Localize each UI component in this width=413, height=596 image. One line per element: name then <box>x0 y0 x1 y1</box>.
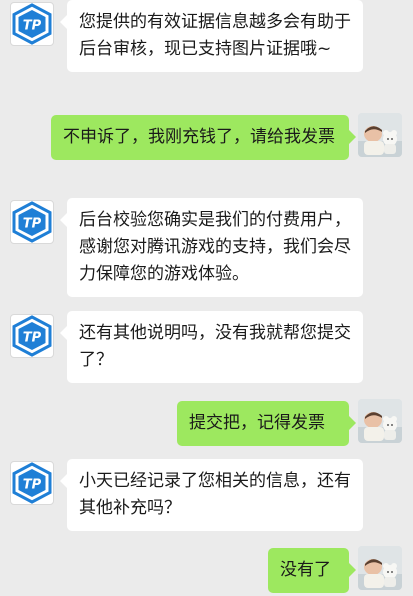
baby-photo-icon <box>358 113 402 157</box>
incoming-message-bubble[interactable]: 还有其他说明吗，没有我就帮您提交了？ <box>60 311 363 383</box>
user-avatar[interactable] <box>358 399 402 443</box>
message-text: 后台校验您确实是我们的付费用户，感谢您对腾讯游戏的支持，我们会尽力保障您的游戏体… <box>79 210 351 284</box>
message-text: 您提供的有效证据信息越多会有助于后台审核，现已支持图片证据哦~ <box>79 12 351 59</box>
tp-logo-icon: TP <box>12 3 52 45</box>
outgoing-message-bubble[interactable]: 没有了 <box>268 548 356 593</box>
message-text: 还有其他说明吗，没有我就帮您提交了？ <box>79 323 351 370</box>
svg-text:TP: TP <box>23 19 42 34</box>
tp-logo-icon: TP <box>12 315 52 357</box>
tp-service-avatar[interactable]: TP <box>10 461 54 505</box>
message-text: 小天已经记录了您相关的信息，还有其他补充吗？ <box>79 471 351 518</box>
tp-service-avatar[interactable]: TP <box>10 2 54 46</box>
svg-text:TP: TP <box>23 478 42 493</box>
user-avatar[interactable] <box>358 113 402 157</box>
tp-logo-icon: TP <box>12 462 52 504</box>
message-text: 提交把，记得发票 <box>189 413 325 433</box>
tp-service-avatar[interactable]: TP <box>10 200 54 244</box>
user-avatar[interactable] <box>358 546 402 590</box>
baby-photo-icon <box>358 546 402 590</box>
tp-logo-icon: TP <box>12 201 52 243</box>
svg-text:TP: TP <box>23 217 42 232</box>
message-text: 没有了 <box>280 560 331 580</box>
tp-service-avatar[interactable]: TP <box>10 314 54 358</box>
incoming-message-bubble[interactable]: 小天已经记录了您相关的信息，还有其他补充吗？ <box>60 459 363 531</box>
svg-text:TP: TP <box>23 331 42 346</box>
outgoing-message-bubble[interactable]: 提交把，记得发票 <box>177 401 356 446</box>
outgoing-message-bubble[interactable]: 不申诉了，我刚充钱了，请给我发票 <box>51 115 356 160</box>
baby-photo-icon <box>358 399 402 443</box>
incoming-message-bubble[interactable]: 您提供的有效证据信息越多会有助于后台审核，现已支持图片证据哦~ <box>60 0 363 72</box>
incoming-message-bubble[interactable]: 后台校验您确实是我们的付费用户，感谢您对腾讯游戏的支持，我们会尽力保障您的游戏体… <box>60 198 363 297</box>
message-text: 不申诉了，我刚充钱了，请给我发票 <box>63 127 335 147</box>
chat-conversation: TP 您提供的有效证据信息越多会有助于后台审核，现已支持图片证据哦~ 不申诉了，… <box>0 0 413 596</box>
